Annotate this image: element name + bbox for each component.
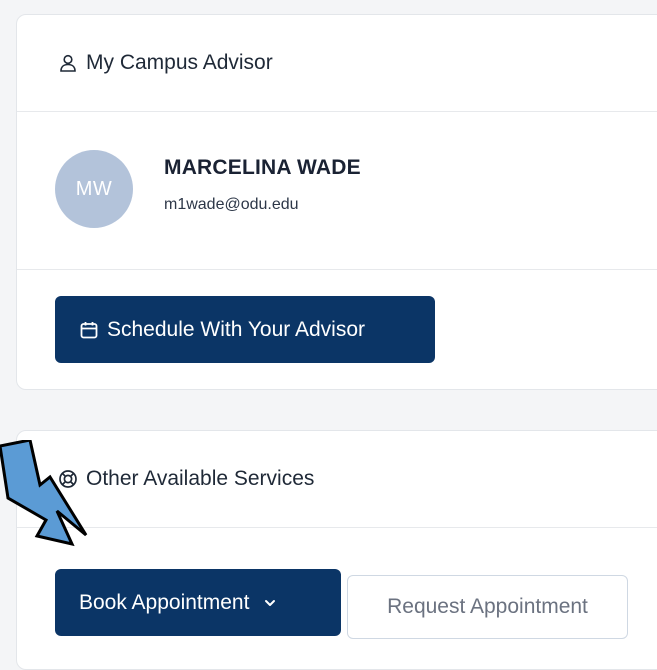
schedule-button-label: Schedule With Your Advisor [107,317,365,341]
schedule-with-advisor-button[interactable]: Schedule With Your Advisor [55,296,435,363]
advisor-card: My Campus Advisor MW MARCELINA WADE m1wa… [16,14,657,390]
services-card-title: Other Available Services [86,467,315,490]
request-appointment-button[interactable]: Request Appointment [347,575,628,639]
advisor-info: MW MARCELINA WADE m1wade@odu.edu [17,112,657,270]
advisor-card-title: My Campus Advisor [86,51,273,74]
book-appointment-button[interactable]: Book Appointment [55,569,341,636]
advisor-card-header: My Campus Advisor [17,15,657,112]
services-card-header: Other Available Services [17,431,657,528]
advisor-name: MARCELINA WADE [164,156,361,179]
avatar: MW [55,150,133,228]
pointer-arrow-icon [0,440,88,547]
chevron-down-icon [265,599,276,606]
advisor-email[interactable]: m1wade@odu.edu [164,196,299,214]
calendar-icon [80,321,98,338]
services-card: Other Available Services Book Appointmen… [16,430,657,670]
user-icon [60,54,76,72]
book-appointment-label: Book Appointment [79,590,250,614]
